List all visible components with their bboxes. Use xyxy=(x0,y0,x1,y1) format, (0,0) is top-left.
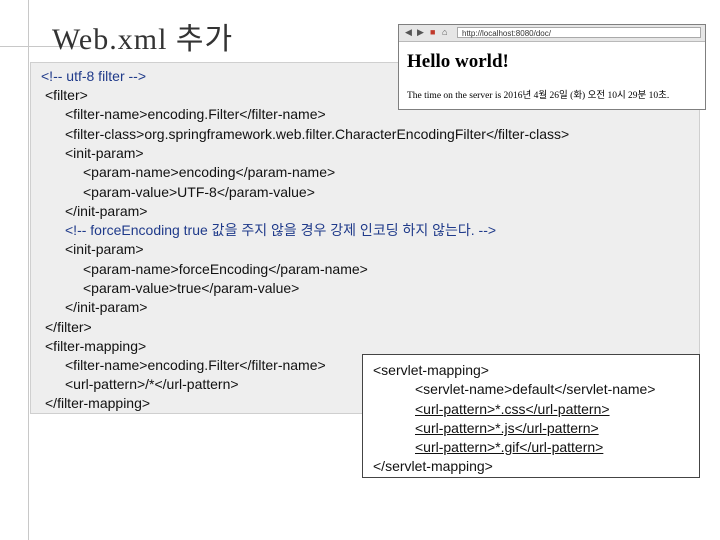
code-line-18: </filter-mapping> xyxy=(45,395,151,411)
stop-icon[interactable]: ■ xyxy=(430,27,435,37)
code-line-1: <!-- utf-8 filter --> xyxy=(41,68,147,84)
code-line-15: <filter-mapping> xyxy=(45,338,147,354)
code-line-16: <filter-name>encoding.Filter</filter-nam… xyxy=(65,357,326,373)
browser-screenshot: ◀ ▶ ■ ⌂ http://localhost:8080/doc/ Hello… xyxy=(398,24,706,110)
forward-arrow-icon[interactable]: ▶ xyxy=(417,27,424,38)
servlet-line-3: <url-pattern>*.css</url-pattern> xyxy=(415,401,610,417)
code-line-7: <param-value>UTF-8</param-value> xyxy=(83,184,315,200)
code-line-17: <url-pattern>/*</url-pattern> xyxy=(65,376,239,392)
code-line-2: <filter> xyxy=(45,87,88,103)
home-icon[interactable]: ⌂ xyxy=(442,27,447,37)
code-line-4: <filter-class>org.springframework.web.fi… xyxy=(65,126,570,142)
servlet-mapping-box: <servlet-mapping> <servlet-name>default<… xyxy=(362,354,700,478)
code-line-6: <param-name>encoding</param-name> xyxy=(83,164,336,180)
code-line-8: </init-param> xyxy=(65,203,148,219)
decorative-vertical-rule xyxy=(28,0,29,540)
code-line-12: <param-value>true</param-value> xyxy=(83,280,300,296)
slide-title: Web.xml 추가 xyxy=(52,23,234,56)
code-line-13: </init-param> xyxy=(65,299,148,315)
servlet-line-2: <servlet-name>default</servlet-name> xyxy=(415,381,656,397)
browser-toolbar: ◀ ▶ ■ ⌂ http://localhost:8080/doc/ xyxy=(399,25,705,42)
hello-heading: Hello world! xyxy=(407,51,509,72)
servlet-line-1: <servlet-mapping> xyxy=(373,362,489,378)
servlet-line-6: </servlet-mapping> xyxy=(373,458,493,474)
code-line-5: <init-param> xyxy=(65,145,144,161)
code-line-11: <param-name>forceEncoding</param-name> xyxy=(83,261,368,277)
servlet-line-5: <url-pattern>*.gif</url-pattern> xyxy=(415,439,604,455)
servlet-line-4: <url-pattern>*.js</url-pattern> xyxy=(415,420,599,436)
code-line-9: <!-- forceEncoding true 값을 주지 않을 경우 강제 인… xyxy=(65,222,497,238)
code-line-10: <init-param> xyxy=(65,241,144,257)
url-field[interactable]: http://localhost:8080/doc/ xyxy=(457,27,701,38)
code-line-3: <filter-name>encoding.Filter</filter-nam… xyxy=(65,106,326,122)
back-arrow-icon[interactable]: ◀ xyxy=(405,27,412,38)
code-line-14: </filter> xyxy=(45,319,92,335)
server-time-text: The time on the server is 2016년 4월 26일 (… xyxy=(407,91,670,101)
